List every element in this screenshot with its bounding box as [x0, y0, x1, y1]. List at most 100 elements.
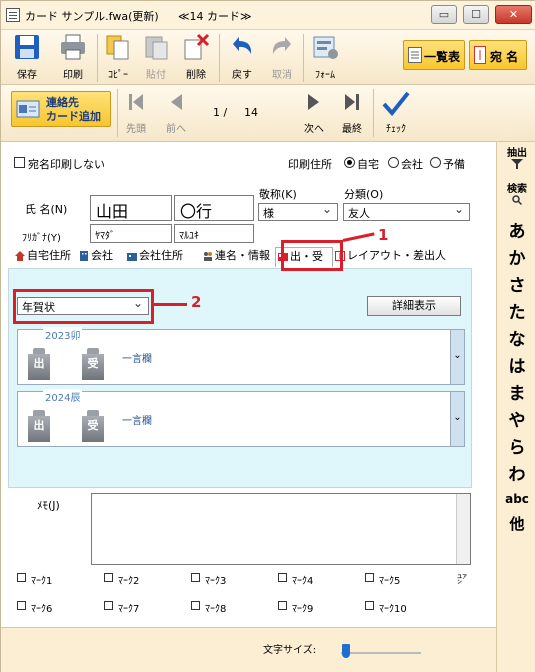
mark-1-checkbox[interactable]	[17, 573, 26, 582]
skip-last-icon	[345, 94, 359, 110]
index-kana-ka[interactable]: か	[497, 244, 535, 269]
received-stamp[interactable]: 受	[82, 410, 104, 442]
year-label: 2023卯	[43, 327, 83, 342]
last-record-button[interactable]: 最終	[337, 91, 367, 135]
last-label: 最終	[342, 124, 362, 135]
index-kana-ma[interactable]: ま	[497, 379, 535, 404]
copy-button[interactable]: ｺﾋﾟｰ	[101, 32, 135, 84]
address-home-label: 自宅	[357, 158, 379, 171]
mark-6[interactable]: ﾏｰｸ6	[17, 600, 52, 615]
mark-5-checkbox[interactable]	[365, 573, 374, 582]
address-home-radio[interactable]	[344, 157, 355, 168]
mark-4[interactable]: ﾏｰｸ4	[278, 572, 313, 587]
mark-7-checkbox[interactable]	[104, 601, 113, 610]
extract-button[interactable]: 抽出	[497, 144, 535, 172]
font-size-slider-thumb[interactable]	[342, 644, 350, 658]
undo-button[interactable]: 戻す	[225, 32, 259, 84]
received-stamp[interactable]: 受	[82, 348, 104, 380]
comment-field[interactable]: 一言欄	[122, 350, 152, 365]
paste-button[interactable]: 貼付	[139, 32, 173, 84]
font-size-slider-track[interactable]	[341, 652, 421, 654]
comment-field[interactable]: 一言欄	[122, 412, 152, 427]
index-kana-wa[interactable]: わ	[497, 460, 535, 485]
mark-1[interactable]: ﾏｰｸ1	[17, 572, 52, 587]
mark-10-label: ﾏｰｸ10	[379, 604, 407, 615]
printer-icon	[61, 34, 85, 60]
app-icon	[6, 8, 20, 22]
prev-record-button[interactable]: 前へ	[161, 91, 191, 135]
mark-8-checkbox[interactable]	[191, 601, 200, 610]
print-button[interactable]: 印刷	[55, 32, 91, 84]
index-kana-na[interactable]: な	[497, 325, 535, 350]
tab-home-address[interactable]: 自宅住所	[13, 247, 77, 267]
detail-view-button[interactable]: 詳細表示	[367, 296, 461, 316]
year-row-dropdown[interactable]: ⌄	[450, 330, 464, 384]
mark-8[interactable]: ﾏｰｸ8	[191, 600, 226, 615]
mark-9-checkbox[interactable]	[278, 601, 287, 610]
category-select[interactable]: 友人	[343, 202, 470, 221]
redo-button[interactable]: 取消	[265, 32, 299, 84]
redo-icon	[272, 37, 291, 54]
index-kana-ta[interactable]: た	[497, 298, 535, 323]
add-contact-card-button[interactable]: 連絡先 カード追加	[11, 91, 111, 127]
search-button[interactable]: 検索	[497, 180, 535, 208]
delete-button[interactable]: 削除	[179, 32, 213, 84]
people-icon	[204, 252, 212, 261]
year-row-dropdown[interactable]: ⌄	[450, 392, 464, 446]
check-button[interactable]: ﾁｪｯｸ	[379, 91, 413, 135]
marks-settings-icon[interactable]: ㍐	[457, 571, 467, 586]
mark-8-label: ﾏｰｸ8	[205, 604, 227, 615]
mark-7[interactable]: ﾏｰｸ7	[104, 600, 139, 615]
tab-layout-sender-label: レイアウト・差出人	[347, 249, 446, 262]
memo-scrollbar[interactable]	[456, 494, 470, 564]
form-icon	[313, 36, 338, 59]
index-other[interactable]: 他	[497, 513, 535, 534]
address-company-radio[interactable]	[388, 157, 399, 168]
maximize-button[interactable]: ☐	[463, 5, 489, 24]
first-name-field[interactable]: 〇行	[174, 195, 254, 221]
mark-4-checkbox[interactable]	[278, 573, 287, 582]
sent-stamp[interactable]: 出	[28, 410, 50, 442]
maximize-icon: ☐	[471, 8, 481, 21]
no-print-checkbox[interactable]	[14, 157, 25, 168]
print-label: 印刷	[63, 70, 83, 81]
index-kana-ha[interactable]: は	[497, 352, 535, 377]
save-icon	[15, 35, 39, 59]
address-spare-radio[interactable]	[430, 157, 441, 168]
first-name-kana-field[interactable]: ﾏﾙﾕｷ	[174, 224, 254, 243]
next-record-button[interactable]: 次へ	[299, 91, 329, 135]
mark-6-checkbox[interactable]	[17, 601, 26, 610]
list-view-button[interactable]: 一覧表	[403, 40, 465, 70]
mark-10[interactable]: ﾏｰｸ10	[365, 600, 407, 615]
mark-3-checkbox[interactable]	[191, 573, 200, 582]
last-name-kana-field[interactable]: ﾔﾏﾀﾞ	[90, 224, 172, 243]
index-kana-ya[interactable]: や	[497, 406, 535, 431]
index-kana-ra[interactable]: ら	[497, 433, 535, 458]
chevron-down-icon: ⌄	[453, 350, 462, 361]
last-name-field[interactable]: 山田	[90, 195, 172, 221]
index-kana-sa[interactable]: さ	[497, 271, 535, 296]
first-record-button[interactable]: 先頭	[121, 91, 151, 135]
tab-company-address[interactable]: 会社住所	[125, 247, 201, 267]
tab-layout-sender[interactable]: レイアウト・差出人	[333, 247, 446, 267]
index-abc[interactable]: abc	[497, 492, 535, 506]
sent-stamp[interactable]: 出	[28, 348, 50, 380]
address-button[interactable]: 宛 名	[469, 40, 527, 70]
mark-3[interactable]: ﾏｰｸ3	[191, 572, 226, 587]
memo-field[interactable]	[91, 493, 471, 565]
mark-2[interactable]: ﾏｰｸ2	[104, 572, 139, 587]
tab-company[interactable]: 会社	[77, 247, 123, 267]
form-button[interactable]: ﾌｫｰﾑ	[307, 32, 343, 84]
envelope-icon	[474, 46, 486, 64]
tab-joint-info[interactable]: 連名・情報	[201, 247, 271, 267]
close-button[interactable]: ✕	[495, 5, 532, 24]
save-button[interactable]: 保存	[9, 32, 45, 84]
minimize-button[interactable]: ▭	[431, 5, 457, 24]
index-kana-a[interactable]: あ	[497, 217, 535, 242]
redo-label: 取消	[272, 70, 292, 81]
mark-9[interactable]: ﾏｰｸ9	[278, 600, 313, 615]
mark-5[interactable]: ﾏｰｸ5	[365, 572, 400, 587]
mark-2-checkbox[interactable]	[104, 573, 113, 582]
mark-10-checkbox[interactable]	[365, 601, 374, 610]
honorific-select[interactable]: 様	[258, 202, 338, 221]
